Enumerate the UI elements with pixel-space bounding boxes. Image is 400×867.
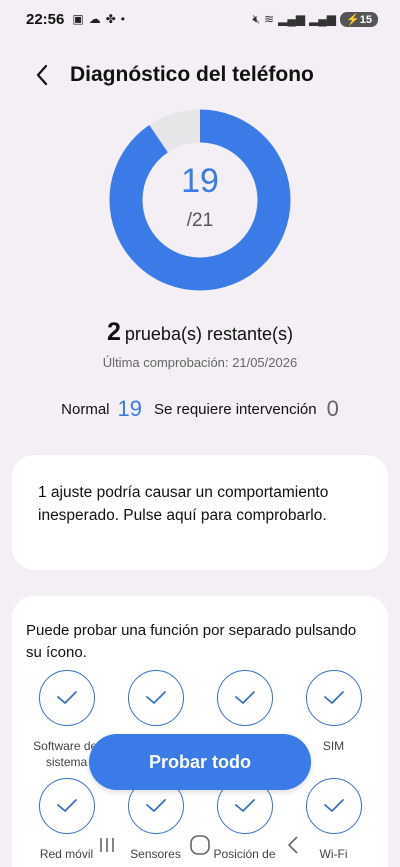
checkmark-icon [145, 691, 166, 704]
mute-icon: 🔇︎ [252, 11, 261, 26]
pinwheel-icon: ✤ [105, 12, 116, 26]
checkmark-icon [323, 799, 344, 812]
remaining-label: prueba(s) restante(s) [124, 324, 293, 344]
back-button[interactable] [22, 58, 62, 92]
checkmark-icon [56, 799, 77, 812]
tests-hint: Puede probar una función por separado pu… [26, 622, 357, 661]
status-time: 22:56 [26, 10, 65, 28]
checkmark-icon [234, 691, 255, 704]
checkmark-icon [145, 799, 166, 812]
chevron-left-icon [36, 64, 48, 86]
remaining-tests: 2 prueba(s) restante(s) [0, 318, 400, 347]
test-circle [127, 670, 184, 726]
intervention-label: Se requiere intervención [153, 400, 317, 418]
status-notification-icons: ▣ ☁ ✤ • [72, 12, 125, 26]
test-circle [216, 670, 273, 726]
donut-center: 19 /21 [108, 108, 292, 292]
home-icon [190, 834, 210, 855]
warning-text: 1 ajuste podría causar un comportamiento… [38, 484, 329, 524]
normal-value: 19 [117, 396, 142, 421]
test-all-button[interactable]: Probar todo [89, 734, 311, 790]
settings-warning-card[interactable]: 1 ajuste podría causar un comportamiento… [12, 455, 388, 570]
status-system-icons: 🔇︎ ≋ ▂▄▆ ▂▄▆ ⚡15 [252, 11, 378, 27]
checkmark-icon [323, 691, 344, 704]
checkmark-icon [56, 691, 77, 704]
status-bar: 22:56 ▣ ☁ ✤ • 🔇︎ ≋ ▂▄▆ ▂▄▆ ⚡15 [0, 0, 400, 38]
results-summary: Normal 19 Se requiere intervención 0 [0, 396, 400, 422]
navigation-bar [0, 822, 400, 867]
signal-icon-2: ▂▄▆ [309, 12, 337, 26]
recents-icon [99, 837, 114, 852]
checkmark-icon [234, 799, 255, 812]
page-title: Diagnóstico del teléfono [70, 63, 314, 86]
cloud-icon: ☁ [88, 12, 101, 26]
back-nav-icon [288, 835, 298, 854]
battery-level: 15 [359, 13, 372, 26]
last-check: Última comprobación: 21/05/2026 [102, 355, 298, 370]
remaining-count: 2 [107, 318, 121, 346]
home-button[interactable] [180, 825, 220, 865]
screenshot-icon: ▣ [72, 12, 84, 26]
dot-icon: • [120, 12, 125, 26]
normal-label: Normal [61, 400, 110, 418]
wifi-icon: ≋ [264, 12, 275, 26]
back-nav-button[interactable] [273, 825, 313, 865]
signal-icon: ▂▄▆ [278, 12, 306, 26]
header: Diagnóstico del teléfono [0, 58, 400, 92]
recents-button[interactable] [87, 825, 127, 865]
intervention-value: 0 [326, 396, 339, 421]
test-circle [305, 670, 362, 726]
progress-donut: 19 /21 [108, 108, 292, 292]
total-count: /21 [186, 210, 214, 231]
battery-icon: ⚡15 [340, 11, 378, 27]
test-circle [38, 670, 95, 726]
completed-count: 19 [181, 162, 219, 200]
